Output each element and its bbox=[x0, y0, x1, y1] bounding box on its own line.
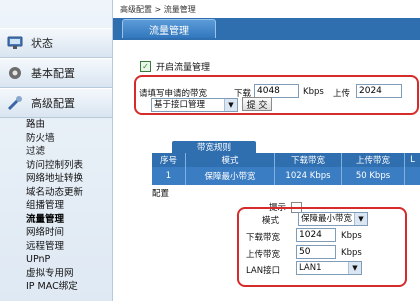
config-mode-value: 保障最小带宽 bbox=[301, 214, 353, 224]
config-upload-input[interactable]: 50 bbox=[296, 245, 336, 259]
table-header: 序号 模式 下载带宽 上传带宽 L bbox=[152, 153, 420, 167]
sidebar-item-firewall[interactable]: 防火墙 bbox=[26, 132, 83, 146]
sidebar-status-label: 状态 bbox=[31, 37, 53, 50]
download-unit: Kbps bbox=[303, 87, 324, 97]
cell-index: 1 bbox=[165, 171, 172, 181]
col-divider bbox=[404, 167, 405, 185]
config-download-unit: Kbps bbox=[341, 231, 362, 241]
upload-label: 上传 bbox=[333, 89, 351, 99]
sidebar-item-ipmac[interactable]: IP MAC绑定 bbox=[26, 280, 83, 294]
config-title: 配置 bbox=[152, 189, 170, 199]
col-header: 下载带宽 bbox=[290, 156, 325, 166]
breadcrumb: 高级配置 > 流量管理 bbox=[120, 5, 196, 14]
sidebar-item-nat[interactable]: 网络地址转换 bbox=[26, 172, 83, 186]
enable-row: ✓ 开启流量管理 bbox=[140, 60, 210, 73]
enable-checkbox[interactable]: ✓ bbox=[140, 61, 151, 72]
sidebar-item-ntp[interactable]: 网络时间 bbox=[26, 226, 83, 240]
sidebar-item-vpn[interactable]: 虚拟专用网 bbox=[26, 267, 83, 281]
gear-icon bbox=[6, 64, 24, 82]
sidebar-item-acl[interactable]: 访问控制列表 bbox=[26, 159, 83, 173]
submit-button[interactable]: 提 交 bbox=[242, 97, 272, 111]
sidebar-basic-label: 基本配置 bbox=[31, 67, 75, 80]
col-header: 模式 bbox=[221, 156, 239, 166]
sidebar-item-remote[interactable]: 远程管理 bbox=[26, 240, 83, 254]
sidebar-item-routing[interactable]: 路由 bbox=[26, 118, 83, 132]
config-lan-value: LAN1 bbox=[299, 263, 322, 273]
config-lan-select[interactable]: LAN1 ▼ bbox=[296, 261, 362, 275]
mode-select-value: 基于接口管理 bbox=[154, 100, 206, 110]
sidebar-section-basic[interactable]: 基本配置 bbox=[0, 58, 112, 88]
cell-download: 1024 Kbps bbox=[285, 171, 331, 181]
chevron-down-icon: ▼ bbox=[348, 262, 361, 274]
sidebar: 状态 基本配置 高级配置 路由 防火墙 过滤 访问控制列表 网络地址转换 域名动… bbox=[0, 0, 113, 301]
col-header: L bbox=[410, 155, 415, 165]
sidebar-item-filter[interactable]: 过滤 bbox=[26, 145, 83, 159]
sidebar-advanced-label: 高级配置 bbox=[31, 97, 75, 110]
config-download-label: 下载带宽 bbox=[246, 233, 281, 243]
rules-table-tab[interactable]: 带宽规则 bbox=[172, 141, 256, 153]
monitor-icon bbox=[6, 34, 24, 52]
table-row[interactable]: 1 保障最小带宽 1024 Kbps 50 Kbps bbox=[152, 167, 420, 185]
config-download-input[interactable]: 1024 bbox=[296, 228, 336, 242]
sidebar-item-ddns[interactable]: 域名动态更新 bbox=[26, 186, 83, 200]
chevron-down-icon: ▼ bbox=[354, 213, 367, 225]
tools-icon bbox=[6, 94, 24, 112]
config-upload-unit: Kbps bbox=[341, 248, 362, 258]
sidebar-item-multicast[interactable]: 组播管理 bbox=[26, 199, 83, 213]
cell-mode: 保障最小带宽 bbox=[204, 172, 256, 182]
tab-traffic-management[interactable]: 流量管理 bbox=[122, 19, 216, 38]
sidebar-section-status[interactable]: 状态 bbox=[0, 28, 112, 58]
sidebar-submenu: 路由 防火墙 过滤 访问控制列表 网络地址转换 域名动态更新 组播管理 流量管理… bbox=[26, 118, 83, 294]
config-mode-label: 模式 bbox=[262, 216, 280, 226]
mode-select[interactable]: 基于接口管理 ▼ bbox=[151, 98, 238, 112]
col-header: 序号 bbox=[159, 156, 177, 166]
download-input[interactable]: 4048 bbox=[254, 84, 299, 98]
config-mode-select[interactable]: 保障最小带宽 ▼ bbox=[298, 212, 368, 226]
config-lan-label: LAN接口 bbox=[246, 266, 281, 276]
sidebar-item-upnp[interactable]: UPnP bbox=[26, 253, 83, 267]
cell-upload: 50 Kbps bbox=[355, 171, 391, 181]
config-upload-label: 上传带宽 bbox=[246, 250, 281, 260]
upload-input[interactable]: 2024 bbox=[356, 84, 402, 98]
col-header: 上传带宽 bbox=[355, 156, 390, 166]
sidebar-item-traffic[interactable]: 流量管理 bbox=[26, 213, 83, 227]
sidebar-section-advanced[interactable]: 高级配置 bbox=[0, 88, 112, 118]
chevron-down-icon: ▼ bbox=[224, 99, 237, 111]
enable-label: 开启流量管理 bbox=[156, 63, 211, 73]
